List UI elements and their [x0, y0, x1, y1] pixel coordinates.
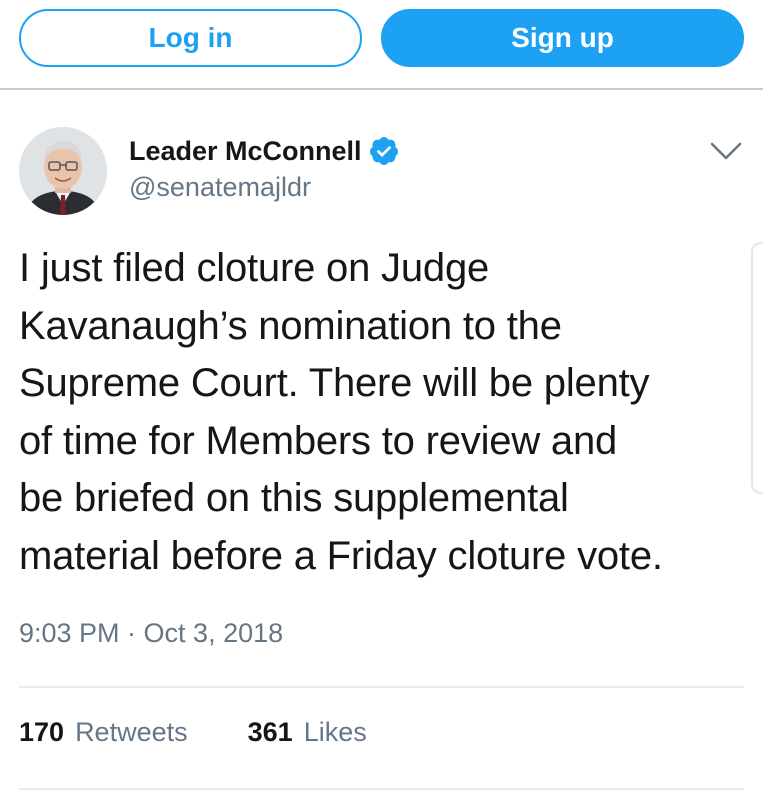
author-handle[interactable]: @senatemajldr — [129, 172, 311, 203]
divider — [19, 686, 744, 688]
avatar-photo — [19, 127, 107, 215]
tweet-text-line: Kavanaugh’s nomination to the — [19, 303, 562, 348]
login-button-label: Log in — [148, 22, 233, 53]
likes-stat[interactable]: 361 Likes — [248, 717, 367, 748]
tweet-text-line: of time for Members to review and — [19, 418, 618, 463]
tweet-text: I just filed cloture on Judge Kavanaugh’… — [19, 240, 749, 585]
tweet-timestamp[interactable]: 9:03 PM · Oct 3, 2018 — [19, 618, 283, 649]
likes-count: 361 — [247, 717, 293, 747]
login-button[interactable]: Log in — [19, 9, 362, 67]
auth-bar: Log in Sign up — [0, 0, 763, 90]
tweet-page: Log in Sign up Leader McConnell @senatem… — [0, 0, 763, 800]
chevron-down-icon — [710, 142, 742, 160]
retweets-stat[interactable]: 170 Retweets — [19, 717, 188, 748]
tweet-text-line: Supreme Court. There will be plenty — [19, 361, 650, 405]
tweet-stats: 170 Retweets 361 Likes — [19, 717, 367, 748]
signup-button-label: Sign up — [511, 22, 614, 53]
author-display-name[interactable]: Leader McConnell — [129, 136, 362, 167]
verified-badge-icon — [369, 137, 398, 165]
retweets-count: 170 — [19, 717, 65, 747]
likes-label: Likes — [303, 717, 367, 747]
signup-button[interactable]: Sign up — [381, 9, 744, 67]
tweet-menu-button[interactable] — [706, 136, 746, 166]
tweet-text-line: be briefed on this supplemental — [19, 476, 569, 520]
divider — [19, 788, 744, 790]
retweets-label: Retweets — [75, 717, 188, 747]
author-name-row[interactable]: Leader McConnell — [129, 133, 400, 169]
avatar[interactable] — [19, 127, 107, 215]
side-panel-edge — [751, 242, 763, 494]
tweet-text-line: I just filed cloture on Judge — [19, 246, 490, 290]
tweet-text-line: material before a Friday cloture vote. — [19, 533, 663, 578]
